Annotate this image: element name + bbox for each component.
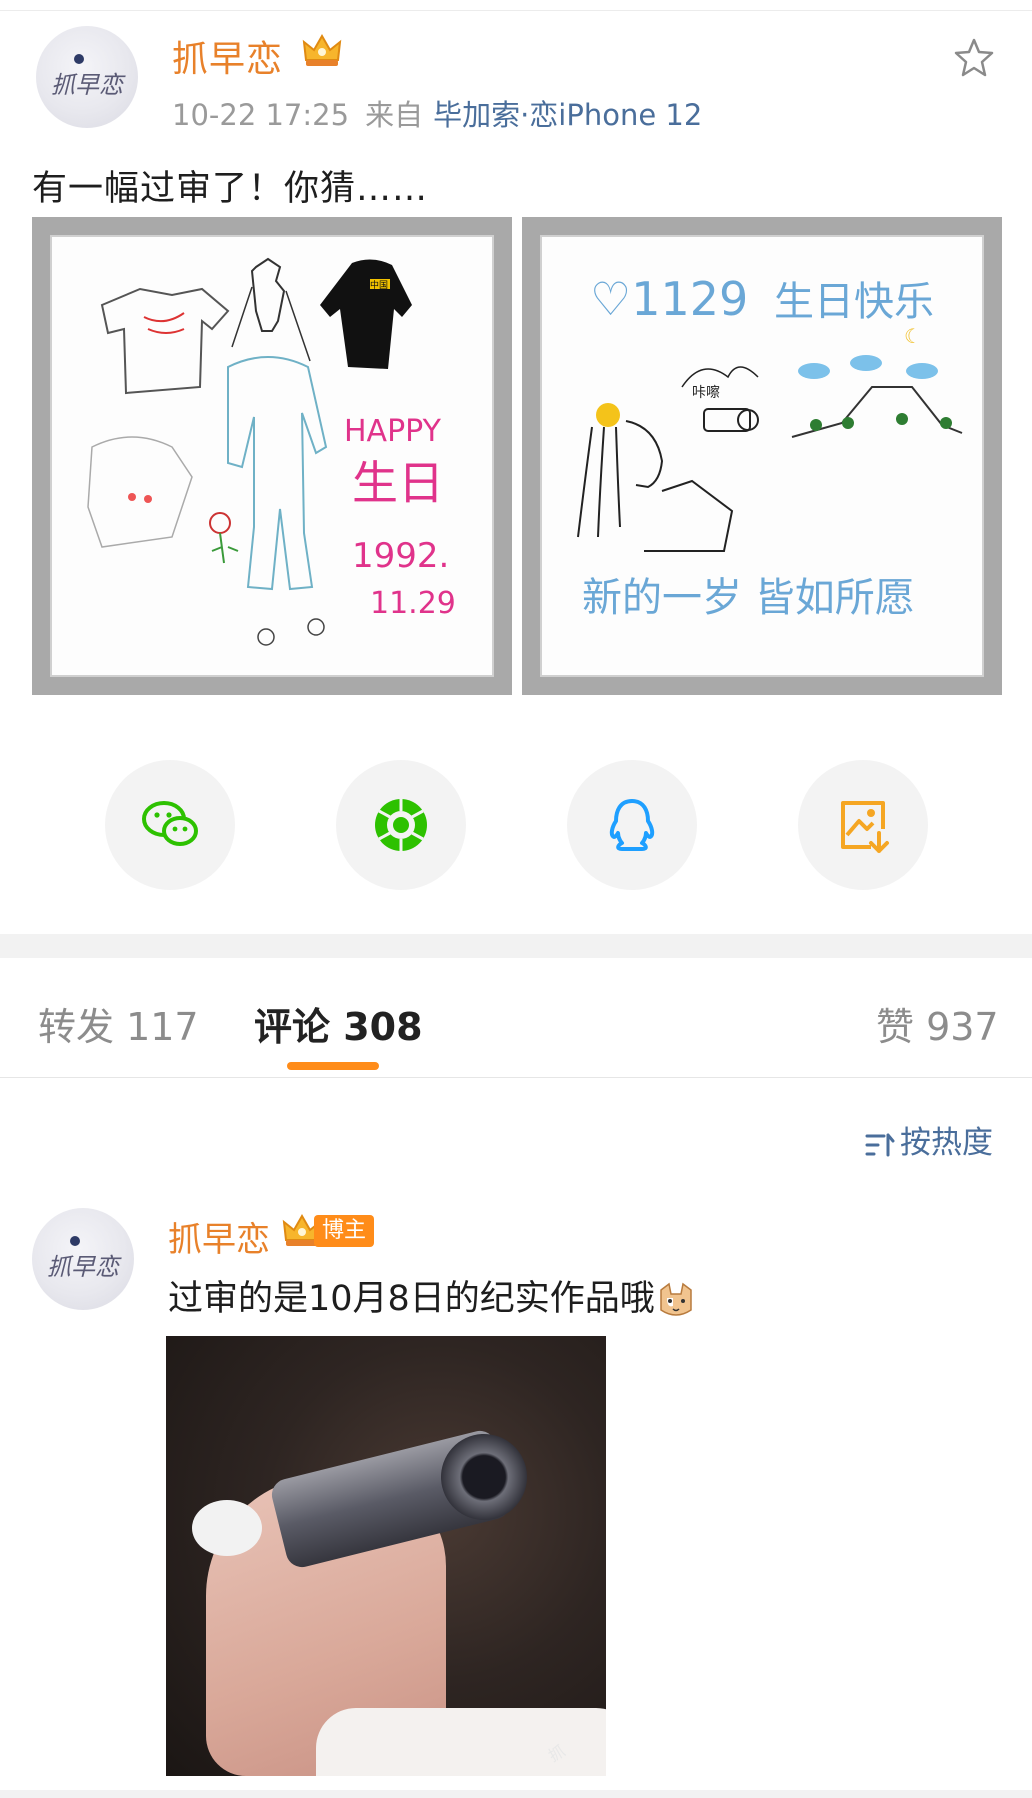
source-label: 来自 bbox=[365, 98, 424, 132]
post-author-name[interactable]: 抓早恋 bbox=[172, 30, 283, 82]
save-image-icon bbox=[841, 801, 889, 853]
bottom-band bbox=[0, 1790, 1032, 1798]
tab-comments[interactable]: 评论 308 bbox=[254, 996, 423, 1051]
vip-crown-icon bbox=[302, 33, 342, 66]
sort-icon bbox=[865, 1133, 895, 1156]
drawing-paper: ♡1129 生日快乐 ☾ 咔嚓 新的一岁 皆如所愿 bbox=[540, 235, 984, 677]
year-text: 1992. bbox=[352, 536, 449, 576]
active-tab-indicator bbox=[287, 1062, 379, 1070]
wish-text: 新的一岁 皆如所愿 bbox=[582, 575, 915, 621]
share-moments-button[interactable] bbox=[336, 760, 466, 890]
tab-likes[interactable]: 赞 937 bbox=[876, 996, 999, 1051]
comment-text: 过审的是10月8日的纪实作品哦 bbox=[168, 1270, 695, 1321]
favorite-star-icon[interactable] bbox=[952, 36, 996, 80]
tab-reposts[interactable]: 转发 117 bbox=[38, 996, 199, 1051]
qq-icon bbox=[609, 799, 655, 851]
save-image-button[interactable] bbox=[798, 760, 928, 890]
ring-shape bbox=[192, 1500, 262, 1556]
sort-by-hot-button[interactable]: 按热度 bbox=[864, 1117, 993, 1162]
sort-label: 按热度 bbox=[900, 1125, 993, 1161]
cat-emoji-icon bbox=[660, 1282, 692, 1316]
heart-date-text: ♡1129 bbox=[590, 272, 748, 326]
share-qq-button[interactable] bbox=[567, 760, 697, 890]
avatar-moon-dot bbox=[70, 1236, 80, 1246]
wechat-icon bbox=[142, 801, 198, 846]
post-text: 有一幅过审了！你猜…… bbox=[32, 169, 429, 209]
comment-image[interactable]: 抓 bbox=[166, 1336, 606, 1776]
camera-sound-text: 咔嚓 bbox=[692, 384, 720, 401]
weibo-post-page: 抓早恋 抓早恋 10-22 17:25 来自 毕加索·恋iPhone 12 有一幅过… bbox=[0, 0, 1032, 1798]
comment-text-content: 过审的是10月8日的纪实作品哦 bbox=[168, 1279, 655, 1319]
post-image-1[interactable]: 中国 HAPPY 生日 1992. 11.29 bbox=[32, 217, 512, 695]
avatar-text: 抓早恋 bbox=[51, 70, 123, 99]
tab-divider bbox=[0, 1077, 1032, 1078]
section-gap bbox=[0, 934, 1032, 958]
avatar-moon-dot bbox=[74, 54, 84, 64]
drawing-paper: 中国 HAPPY 生日 1992. 11.29 bbox=[50, 235, 494, 677]
moon-mark: ☾ bbox=[904, 324, 922, 348]
post-author-avatar[interactable]: 抓早恋 bbox=[36, 26, 138, 128]
moments-icon bbox=[375, 799, 427, 851]
post-meta: 10-22 17:25 来自 毕加索·恋iPhone 12 bbox=[172, 92, 702, 134]
birthday-drawing-2: ♡1129 生日快乐 ☾ 咔嚓 新的一岁 皆如所愿 bbox=[577, 272, 963, 621]
birthday-drawing-1: 中国 HAPPY 生日 1992. 11.29 bbox=[87, 257, 456, 646]
greeting-text: 生日快乐 bbox=[774, 279, 934, 325]
post-device-link[interactable]: 毕加索·恋iPhone 12 bbox=[433, 98, 702, 132]
date-text: 11.29 bbox=[370, 586, 456, 621]
share-wechat-button[interactable] bbox=[105, 760, 235, 890]
post-time: 10-22 17:25 bbox=[172, 98, 350, 132]
birthday-text: 生日 bbox=[352, 456, 444, 510]
avatar-text: 抓早恋 bbox=[47, 1252, 119, 1281]
happy-text: HAPPY bbox=[344, 414, 442, 449]
post-image-2[interactable]: ♡1129 生日快乐 ☾ 咔嚓 新的一岁 皆如所愿 bbox=[522, 217, 1002, 695]
top-divider bbox=[0, 10, 1032, 11]
blogger-badge: 博主 bbox=[314, 1215, 375, 1247]
comment-author-avatar[interactable]: 抓早恋 bbox=[32, 1208, 134, 1310]
collar-shape bbox=[316, 1708, 606, 1776]
comment-author-name[interactable]: 抓早恋 bbox=[168, 1212, 270, 1261]
sweater-text: 中国 bbox=[370, 279, 388, 291]
